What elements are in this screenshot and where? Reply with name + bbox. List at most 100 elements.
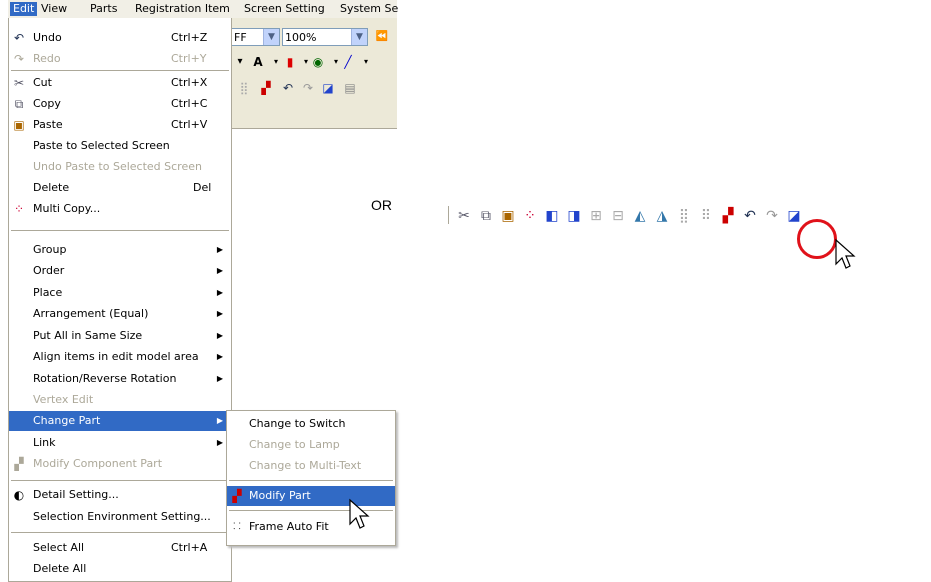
zoom-combo-value: 100% <box>285 31 317 44</box>
menu-item-detail-setting[interactable]: ◐ Detail Setting... <box>9 485 231 505</box>
or-label: OR <box>371 197 392 213</box>
menu-item-vertex-edit[interactable]: Vertex Edit <box>9 390 231 410</box>
redo-icon[interactable]: ↷ <box>300 80 316 96</box>
multi-copy-icon[interactable]: ⁘ <box>520 206 540 226</box>
menu-separator <box>11 230 229 231</box>
menu-item-selection-environment-setting[interactable]: Selection Environment Setting... <box>9 507 231 527</box>
chevron-down-icon: ▼ <box>351 29 367 45</box>
paste-icon[interactable]: ▣ <box>498 206 518 226</box>
ungroup-icon[interactable]: ⊟ <box>608 206 628 226</box>
grid-icon[interactable]: ⠿ <box>696 206 716 226</box>
menu-item-copy[interactable]: ⧉ Copy Ctrl+C <box>9 94 231 114</box>
paint-palette-icon[interactable]: ◉ <box>310 54 326 70</box>
menu-item-paste-to-selected-screen[interactable]: Paste to Selected Screen <box>9 136 231 156</box>
image-icon[interactable]: ▤ <box>342 80 358 96</box>
submenu-arrow-icon: ▶ <box>216 438 223 447</box>
undo-icon[interactable]: ↶ <box>740 206 760 226</box>
align-icon[interactable]: ⣿ <box>674 206 694 226</box>
highlight-circle <box>797 219 837 259</box>
bring-forward-icon[interactable]: ◧ <box>542 206 562 226</box>
arrange-icon[interactable]: ◮ <box>652 206 672 226</box>
standalone-toolbar: ✂ ⧉ ▣ ⁘ ◧ ◨ ⊞ ⊟ ◭ ◮ ⣿ ⠿ ▞ ↶ ↷ ◪ <box>448 200 924 230</box>
menu-item-delete[interactable]: Delete Del <box>9 178 231 198</box>
menu-item-undo[interactable]: ↶ Undo Ctrl+Z <box>9 28 231 48</box>
submenu-arrow-icon: ▶ <box>216 309 223 318</box>
submenu-item-change-to-multi-text[interactable]: Change to Multi-Text <box>227 456 395 476</box>
menu-item-select-all[interactable]: Select All Ctrl+A <box>9 538 231 558</box>
menu-item-cut[interactable]: ✂ Cut Ctrl+X <box>9 73 231 93</box>
line-icon[interactable]: ╱ <box>340 54 356 70</box>
submenu-arrow-icon: ▶ <box>216 245 223 254</box>
menu-item-delete-all[interactable]: Delete All <box>9 559 231 579</box>
menu-item-align-items[interactable]: Align items in edit model area ▶ <box>9 347 231 367</box>
menu-separator <box>11 532 229 533</box>
menu-separator <box>11 70 229 71</box>
submenu-arrow-icon: ▶ <box>216 288 223 297</box>
submenu-arrow-icon: ▶ <box>216 352 223 361</box>
submenu-arrow-icon: ▶ <box>216 416 223 425</box>
double-arrow-icon[interactable]: ⏪ <box>374 29 390 45</box>
menu-item-arrangement-equal[interactable]: Arrangement (Equal) ▶ <box>9 304 231 324</box>
menu-bar: Edit View Parts Registration Item Screen… <box>8 0 398 18</box>
menu-item-link[interactable]: Link ▶ <box>9 433 231 453</box>
menu-item-paste[interactable]: ▣ Paste Ctrl+V <box>9 115 231 135</box>
scissors-icon: ✂ <box>13 76 25 90</box>
zoom-combo[interactable]: 100% ▼ <box>282 28 368 46</box>
submenu-arrow-icon: ▶ <box>216 266 223 275</box>
menu-item-undo-paste-to-selected-screen[interactable]: Undo Paste to Selected Screen <box>9 157 231 177</box>
menu-item-order[interactable]: Order ▶ <box>9 261 231 281</box>
grid-icon[interactable]: ⣿ <box>236 80 252 96</box>
group-icon[interactable]: ⊞ <box>586 206 606 226</box>
dropdown-arrow-icon[interactable]: ▾ <box>358 54 374 70</box>
menu-separator <box>11 480 229 481</box>
menu-item-change-part[interactable]: Change Part ▶ <box>9 411 231 431</box>
menu-item-put-all-in-same-size[interactable]: Put All in Same Size ▶ <box>9 326 231 346</box>
mouse-cursor-icon <box>349 498 370 529</box>
menu-item-redo[interactable]: ↷ Redo Ctrl+Y <box>9 49 231 69</box>
chevron-down-icon: ▼ <box>263 29 279 45</box>
send-backward-icon[interactable]: ◨ <box>564 206 584 226</box>
toolbar-grip[interactable] <box>448 206 452 224</box>
menu-view[interactable]: View <box>38 2 70 16</box>
menu-item-multi-copy[interactable]: ⁘ Multi Copy... <box>9 199 231 219</box>
color-combo-value: FF <box>234 31 247 44</box>
menu-parts[interactable]: Parts <box>87 2 120 16</box>
select-icon[interactable]: ◪ <box>320 80 336 96</box>
detail-setting-icon: ◐ <box>13 488 25 502</box>
redo-icon: ↷ <box>13 52 25 66</box>
color-combo-dropdown[interactable]: ▼ <box>263 28 280 46</box>
color-combo[interactable]: FF <box>232 28 264 46</box>
place-icon[interactable]: ◭ <box>630 206 650 226</box>
menu-item-modify-component-part[interactable]: ▞ Modify Component Part <box>9 454 231 474</box>
multi-copy-icon: ⁘ <box>13 202 25 216</box>
menu-item-place[interactable]: Place ▶ <box>9 283 231 303</box>
submenu-item-change-to-switch[interactable]: Change to Switch <box>227 414 395 434</box>
select-icon[interactable]: ◪ <box>784 206 804 226</box>
menu-system-setting[interactable]: System Se <box>337 2 401 16</box>
redo-icon[interactable]: ↷ <box>762 206 782 226</box>
edit-menu: ↶ Undo Ctrl+Z ↷ Redo Ctrl+Y ✂ Cut Ctrl+X… <box>8 18 232 582</box>
menu-item-group[interactable]: Group ▶ <box>9 240 231 260</box>
scissors-icon[interactable]: ✂ <box>454 206 474 226</box>
menu-screen-setting[interactable]: Screen Setting <box>241 2 328 16</box>
menu-edit[interactable]: Edit <box>10 2 38 16</box>
modify-part-icon[interactable]: ▞ <box>258 80 274 96</box>
copy-icon[interactable]: ⧉ <box>476 206 496 226</box>
submenu-item-change-to-lamp[interactable]: Change to Lamp <box>227 435 395 455</box>
paste-icon: ▣ <box>13 118 25 132</box>
menu-item-rotation[interactable]: Rotation/Reverse Rotation ▶ <box>9 369 231 389</box>
mouse-cursor-icon <box>835 238 856 269</box>
pen-color-icon[interactable]: ▮ <box>282 54 298 70</box>
dropdown-arrow-icon[interactable]: ▾ <box>232 54 248 70</box>
menu-separator <box>229 480 393 481</box>
submenu-arrow-icon: ▶ <box>216 374 223 383</box>
submenu-arrow-icon: ▶ <box>216 331 223 340</box>
copy-icon: ⧉ <box>14 97 24 111</box>
modify-part-icon[interactable]: ▞ <box>718 206 738 226</box>
frame-auto-fit-icon: ⸬ <box>233 522 241 532</box>
font-color-icon[interactable]: A <box>250 54 266 70</box>
modify-part-icon: ▞ <box>232 489 242 503</box>
undo-icon[interactable]: ↶ <box>280 80 296 96</box>
undo-icon: ↶ <box>13 31 25 45</box>
menu-registration-item[interactable]: Registration Item <box>132 2 233 16</box>
